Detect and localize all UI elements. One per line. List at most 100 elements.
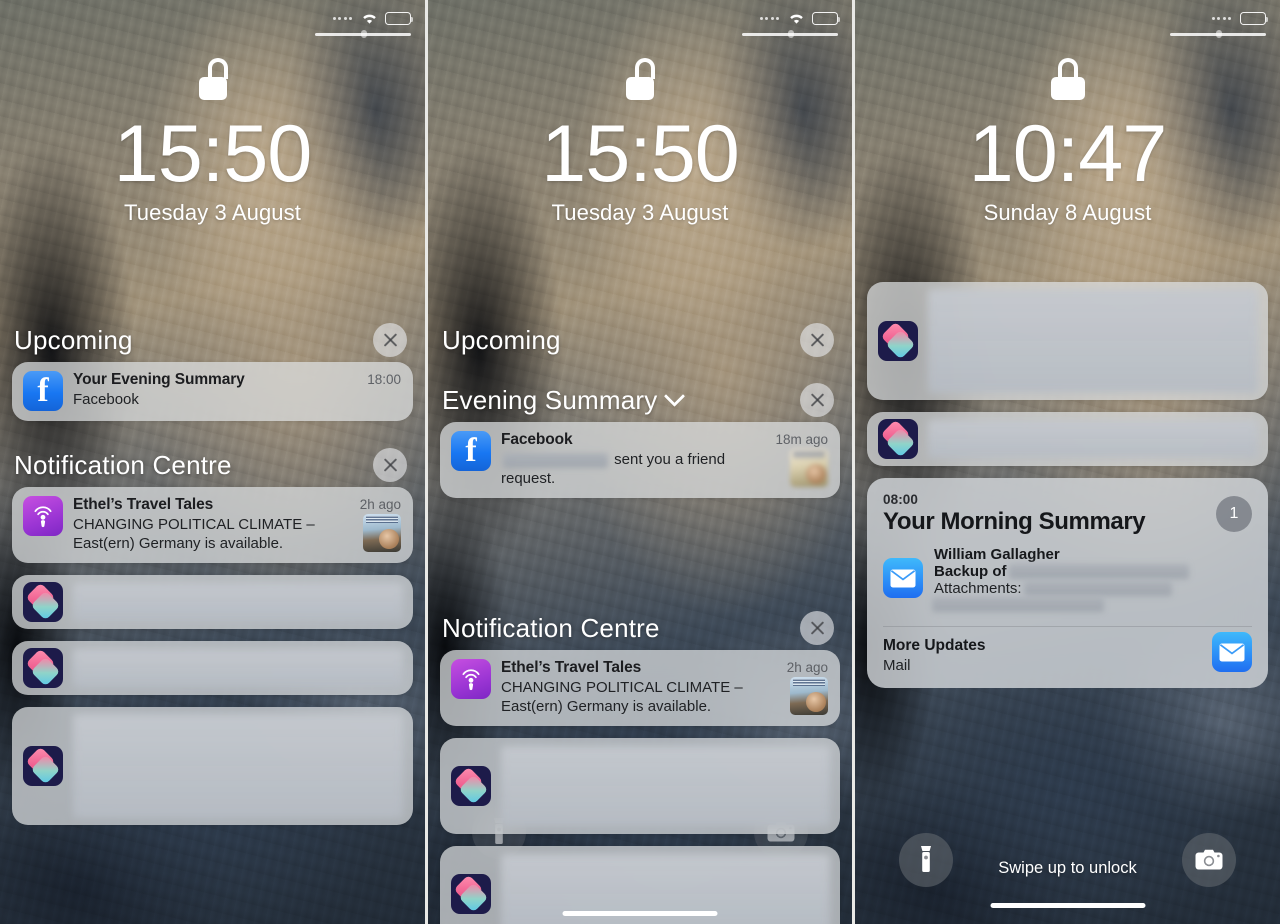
close-icon	[383, 458, 398, 473]
notification-shortcuts-redacted[interactable]	[440, 738, 840, 834]
clock-date: Sunday 8 August	[983, 200, 1152, 225]
clock: 15:50 Tuesday 3 August	[0, 112, 425, 226]
redacted-name	[503, 452, 608, 468]
notification-body: CHANGING POLITICAL CLIMATE – East(ern) G…	[73, 516, 315, 552]
close-icon	[810, 621, 825, 636]
section-title: Upcoming	[14, 324, 133, 355]
notification-time: 2h ago	[786, 660, 828, 675]
podcasts-icon	[451, 659, 491, 699]
redacted-content	[928, 420, 1258, 458]
summary-time: 08:00	[883, 492, 919, 507]
clock: 10:47 Sunday 8 August	[855, 112, 1280, 226]
shortcuts-icon	[878, 419, 918, 459]
clock-time: 15:50	[541, 109, 740, 199]
notification-area: Upcoming Your Evening Summary 18:00 Face…	[0, 318, 425, 924]
summary-more-updates-label: More Updates	[883, 637, 986, 654]
redacted-content	[928, 289, 1258, 393]
summary-attachments-line2	[932, 597, 1252, 612]
clear-upcoming-button[interactable]	[373, 323, 407, 357]
summary-item-mail[interactable]: William Gallagher Backup of Attachments:	[883, 546, 1252, 612]
section-header-notification-centre: Notification Centre	[12, 443, 413, 487]
section-header-upcoming: Upcoming	[440, 318, 840, 362]
lock-open-icon-wrap	[0, 58, 425, 100]
lock-open-icon	[623, 58, 657, 100]
lock-open-icon-wrap	[428, 58, 852, 100]
section-header-notification-centre: Notification Centre	[440, 606, 840, 650]
notification-title: Your Evening Summary	[73, 371, 245, 388]
notification-facebook-friend-request[interactable]: Facebook 18m ago sent you a friend reque…	[440, 422, 840, 498]
section-header-upcoming: Upcoming	[12, 318, 413, 362]
summary-sender: William Gallagher	[934, 546, 1060, 563]
status-bar-slider	[742, 30, 838, 38]
notification-title: Ethel’s Travel Tales	[73, 496, 214, 513]
summary-subject-prefix: Backup of	[934, 563, 1007, 580]
section-title: Evening Summary	[442, 384, 658, 415]
redacted-content	[73, 714, 403, 818]
shortcuts-icon	[23, 746, 63, 786]
notification-area: 08:00 Your Morning Summary 1 William Gal…	[855, 282, 1280, 924]
close-icon	[383, 333, 398, 348]
chevron-down-icon[interactable]	[664, 385, 686, 407]
wifi-icon	[361, 12, 378, 25]
lock-closed-icon-wrap	[855, 58, 1280, 100]
contact-photo-thumbnail	[790, 449, 828, 487]
status-bar	[428, 0, 852, 46]
signal-dots-icon	[759, 17, 779, 20]
lock-screen-panel-right: 10:47 Sunday 8 August 08:00 Your Morning…	[855, 0, 1280, 924]
notification-title: Facebook	[501, 431, 573, 448]
section-title-group: Evening Summary	[442, 384, 686, 416]
clear-evening-summary-button[interactable]	[800, 383, 834, 417]
notification-shortcuts-redacted[interactable]	[12, 641, 413, 695]
home-indicator[interactable]	[990, 903, 1145, 908]
redacted-content	[73, 583, 403, 621]
battery-icon	[812, 12, 841, 25]
redacted-subject	[1008, 564, 1189, 579]
notification-time: 2h ago	[359, 497, 401, 512]
section-title: Notification Centre	[442, 612, 660, 643]
summary-title: Your Morning Summary	[883, 508, 1146, 535]
notification-shortcuts-redacted[interactable]	[12, 575, 413, 629]
redacted-attachments	[1023, 581, 1172, 596]
summary-subject: Backup of	[934, 563, 1252, 580]
notification-shortcuts-redacted[interactable]	[867, 282, 1268, 400]
facebook-icon	[23, 371, 63, 411]
clock: 15:50 Tuesday 3 August	[428, 112, 852, 226]
notification-time: 18m ago	[775, 432, 828, 447]
facebook-icon	[451, 431, 491, 471]
clear-notification-centre-button[interactable]	[373, 448, 407, 482]
podcast-artwork-thumbnail	[790, 677, 828, 715]
mail-icon	[883, 558, 923, 598]
status-bar-slider	[315, 30, 411, 38]
redacted-content	[73, 649, 403, 687]
lock-closed-icon	[1050, 58, 1085, 100]
summary-more-updates-app: Mail	[883, 657, 911, 674]
summary-attachments-label: Attachments:	[934, 580, 1022, 597]
status-bar-slider	[1170, 30, 1266, 38]
status-bar	[855, 0, 1280, 46]
notification-shortcuts-redacted[interactable]	[867, 412, 1268, 466]
notification-facebook-evening-summary[interactable]: Your Evening Summary 18:00 Facebook	[12, 362, 413, 421]
notification-body: CHANGING POLITICAL CLIMATE – East(ern) G…	[501, 679, 743, 715]
section-title: Upcoming	[442, 324, 561, 355]
notification-shortcuts-redacted[interactable]	[12, 707, 413, 825]
lock-open-icon	[196, 58, 230, 100]
clear-notification-centre-button[interactable]	[800, 611, 834, 645]
notification-time: 18:00	[367, 372, 401, 387]
close-icon	[810, 393, 825, 408]
clear-upcoming-button[interactable]	[800, 323, 834, 357]
screenshot-root: 15:50 Tuesday 3 August Upcoming Your Eve…	[0, 0, 1280, 924]
home-indicator[interactable]	[562, 911, 718, 916]
notification-podcasts[interactable]: Ethel’s Travel Tales 2h ago CHANGING POL…	[440, 650, 840, 726]
battery-icon	[385, 12, 414, 25]
summary-attachments: Attachments:	[934, 580, 1252, 597]
shortcuts-icon	[23, 648, 63, 688]
shortcuts-icon	[451, 766, 491, 806]
signal-dots-icon	[332, 17, 352, 20]
clock-date: Tuesday 3 August	[551, 200, 729, 225]
section-header-evening-summary[interactable]: Evening Summary	[440, 378, 840, 422]
battery-icon	[1240, 12, 1269, 25]
notification-podcasts[interactable]: Ethel’s Travel Tales 2h ago CHANGING POL…	[12, 487, 413, 563]
podcasts-icon	[23, 496, 63, 536]
redacted-attachments-2	[932, 597, 1104, 612]
notification-summary-card[interactable]: 08:00 Your Morning Summary 1 William Gal…	[867, 478, 1268, 688]
